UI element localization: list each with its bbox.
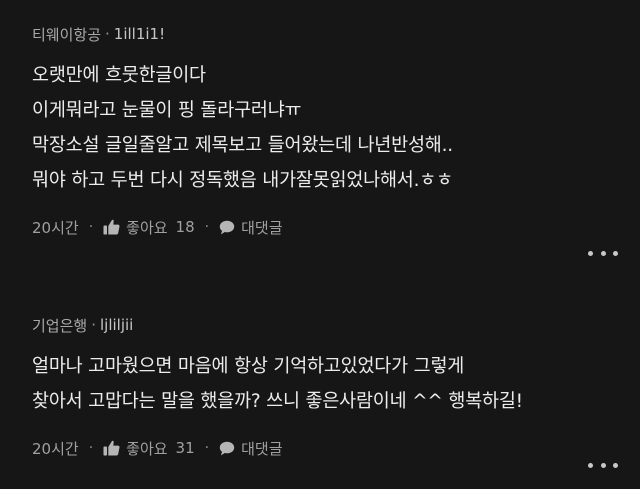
- comment-line: 막장소설 글일줄알고 제목보고 들어왔는데 나년반성해..: [32, 135, 453, 156]
- comment-item: 티웨이항공 · 1ill1i1! 오랫만에 흐뭇한글이다 이게뭐라고 눈물이 핑…: [32, 24, 618, 256]
- more-options-button[interactable]: [588, 243, 618, 263]
- comment-body: 오랫만에 흐뭇한글이다 이게뭐라고 눈물이 핑 돌라구러냐ㅠ 막장소설 글일줄알…: [32, 58, 618, 198]
- header-separator: ·: [91, 316, 96, 334]
- like-count: 31: [175, 439, 195, 457]
- speech-bubble-icon: [219, 441, 235, 455]
- more-dot: [600, 250, 606, 256]
- comment-time: 20시간: [32, 439, 79, 458]
- comment-item: 기업은행 · ljliljii 얼마나 고마웠으면 마음에 항상 기억하고있었다…: [32, 315, 618, 468]
- comment-header: 티웨이항공 · 1ill1i1!: [32, 24, 618, 44]
- comment-line: 이게뭐라고 눈물이 핑 돌라구러냐ㅠ: [32, 100, 302, 121]
- comment-actions: 20시간 · 좋아요 18 · 대댓글: [32, 215, 618, 239]
- comment-body: 얼마나 고마웠으면 마음에 항상 기억하고있었다가 그렇게 찾아서 고맙다는 말…: [32, 349, 618, 419]
- more-options-button[interactable]: [588, 455, 618, 475]
- like-label: 좋아요: [126, 439, 168, 458]
- comment-line: 뭐야 하고 두번 다시 정독했음 내가잘못읽었나해서.ㅎㅎ: [32, 170, 453, 191]
- actions-separator: ·: [88, 440, 94, 456]
- reply-label: 대댓글: [241, 218, 283, 237]
- comment-header: 기업은행 · ljliljii: [32, 315, 618, 335]
- speech-bubble-icon: [219, 220, 235, 234]
- more-dot: [600, 462, 606, 468]
- like-button[interactable]: 좋아요 31: [103, 438, 195, 459]
- more-dot: [613, 462, 618, 468]
- comment-line: 오랫만에 흐뭇한글이다: [32, 65, 206, 86]
- comment-author[interactable]: 티웨이항공: [32, 24, 101, 45]
- comment-handle: ljliljii: [99, 316, 134, 334]
- actions-separator: ·: [204, 219, 210, 235]
- actions-separator: ·: [204, 440, 210, 456]
- more-dot: [588, 250, 593, 256]
- like-button[interactable]: 좋아요 18: [103, 217, 195, 238]
- comment-actions: 20시간 · 좋아요 31 · 대댓글: [32, 436, 618, 460]
- more-dot: [588, 462, 593, 468]
- comment-line: 찾아서 고맙다는 말을 했을까? 쓰니 좋은사람이네 ^^ 행복하길!: [32, 391, 523, 412]
- comment-handle: 1ill1i1!: [113, 25, 166, 43]
- like-label: 좋아요: [126, 218, 168, 237]
- header-separator: ·: [105, 25, 110, 43]
- reply-label: 대댓글: [241, 439, 283, 458]
- comment-time: 20시간: [32, 218, 79, 237]
- comment-author[interactable]: 기업은행: [32, 315, 87, 336]
- reply-button[interactable]: 대댓글: [219, 438, 283, 459]
- thumbs-up-icon: [103, 219, 120, 235]
- reply-button[interactable]: 대댓글: [219, 217, 283, 238]
- more-dot: [613, 250, 618, 256]
- thumbs-up-icon: [103, 440, 120, 456]
- comment-line: 얼마나 고마웠으면 마음에 항상 기억하고있었다가 그렇게: [32, 356, 465, 377]
- like-count: 18: [175, 218, 195, 236]
- actions-separator: ·: [88, 219, 94, 235]
